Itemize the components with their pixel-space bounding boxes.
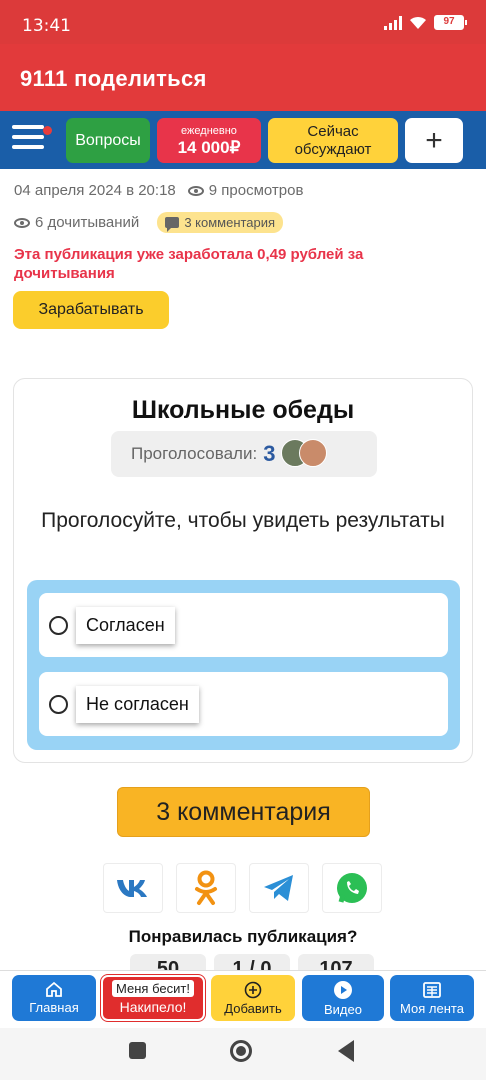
earnings-notice: Эта публикация уже заработала 0,49 рубле… [14, 246, 364, 282]
home-label: Главная [29, 1000, 79, 1015]
radio-button[interactable] [49, 694, 68, 714]
rant-label-top: Меня бесит! [112, 980, 194, 997]
reads-count: 6 дочитываний [35, 214, 140, 231]
questions-button[interactable]: Вопросы [66, 118, 150, 163]
comments-button[interactable]: 3 комментария [117, 787, 370, 837]
app-title[interactable]: 9111 поделиться [20, 66, 207, 92]
home-icon [46, 981, 62, 997]
liked-question: Понравилась публикация? [128, 927, 358, 946]
add-post-button[interactable]: + [405, 118, 463, 163]
discuss-label-1: Сейчас [307, 122, 359, 140]
notification-dot [43, 126, 52, 135]
post-date: 04 апреля 2024 в 20:18 [14, 182, 176, 199]
daily-prize-button[interactable]: ежедневно 14 000₽ [157, 118, 261, 163]
ok-share-button[interactable] [176, 863, 236, 913]
comments-badge-label: 3 комментария [184, 215, 276, 230]
video-label: Видео [324, 1001, 362, 1017]
status-icons: 97 [384, 15, 467, 30]
ok-icon [195, 870, 217, 905]
rant-button[interactable]: Меня бесит! Накипело! [101, 975, 205, 1021]
recent-apps-icon[interactable] [129, 1042, 146, 1059]
earn-button[interactable]: Зарабатывать [13, 291, 169, 329]
views-label: 9 просмотров [208, 182, 304, 199]
whatsapp-icon [337, 873, 367, 903]
telegram-icon [264, 875, 293, 901]
views-count: 9 просмотров [187, 182, 304, 199]
clock: 13:41 [22, 16, 71, 36]
telegram-share-button[interactable] [249, 863, 309, 913]
vk-icon [117, 880, 147, 897]
vk-share-button[interactable] [103, 863, 163, 913]
option-label: Согласен [76, 606, 175, 644]
post-meta-row: 04 апреля 2024 в 20:18 9 просмотров [14, 182, 303, 199]
voted-summary[interactable]: Проголосовали: 3 [111, 431, 377, 477]
video-button[interactable]: Видео [302, 975, 384, 1021]
bottom-nav: Главная Меня бесит! Накипело! Добавить В… [0, 970, 486, 1028]
battery-icon: 97 [434, 15, 467, 30]
top-nav: Вопросы ежедневно 14 000₽ Сейчас обсужда… [0, 111, 486, 169]
back-icon[interactable] [338, 1040, 354, 1062]
questions-label: Вопросы [75, 131, 141, 149]
plus-icon: + [425, 123, 443, 157]
home-button[interactable]: Главная [12, 975, 96, 1021]
whatsapp-share-button[interactable] [322, 863, 382, 913]
eye-icon [14, 217, 30, 228]
vote-prompt: Проголосуйте, чтобы увидеть результаты [41, 509, 445, 532]
plus-circle-icon [244, 981, 262, 998]
radio-button[interactable] [49, 615, 68, 635]
option-label: Не согласен [76, 685, 199, 723]
app-bar: 9111 поделиться [0, 44, 486, 111]
play-icon [334, 980, 352, 999]
wifi-icon [410, 16, 426, 29]
comment-icon [165, 217, 180, 232]
poll-options: Согласен Не согласен [27, 580, 460, 750]
comments-badge[interactable]: 3 комментария [157, 212, 284, 233]
signal-icon [384, 15, 402, 30]
daily-label: ежедневно [181, 124, 237, 137]
poll-title: Школьные обеды [131, 396, 355, 424]
avatar [299, 439, 328, 467]
menu-icon[interactable] [12, 125, 44, 153]
eye-icon [187, 186, 204, 197]
home-circle-icon[interactable] [230, 1040, 252, 1062]
poll-card: Школьные обеды Проголосовали: 3 Проголос… [13, 378, 473, 763]
post-stats-row: 6 дочитываний 3 комментария [14, 212, 284, 233]
add-button[interactable]: Добавить [211, 975, 295, 1021]
rant-label-bottom: Накипело! [119, 999, 187, 1015]
voter-avatars [281, 439, 331, 469]
feed-label: Моя лента [400, 1000, 464, 1016]
voted-count: 3 [263, 441, 276, 466]
poll-option-disagree[interactable]: Не согласен [39, 672, 448, 736]
add-label: Добавить [224, 1000, 282, 1016]
status-bar: 13:41 97 [0, 0, 486, 44]
my-feed-button[interactable]: Моя лента [390, 975, 474, 1021]
daily-amount: 14 000₽ [177, 137, 241, 157]
poll-option-agree[interactable]: Согласен [39, 593, 448, 657]
voted-label: Проголосовали: [131, 444, 258, 463]
discuss-label-2: обсуждают [294, 140, 372, 158]
system-nav-bar [0, 1028, 486, 1080]
newspaper-icon [423, 981, 441, 998]
discussing-now-button[interactable]: Сейчас обсуждают [268, 118, 398, 163]
